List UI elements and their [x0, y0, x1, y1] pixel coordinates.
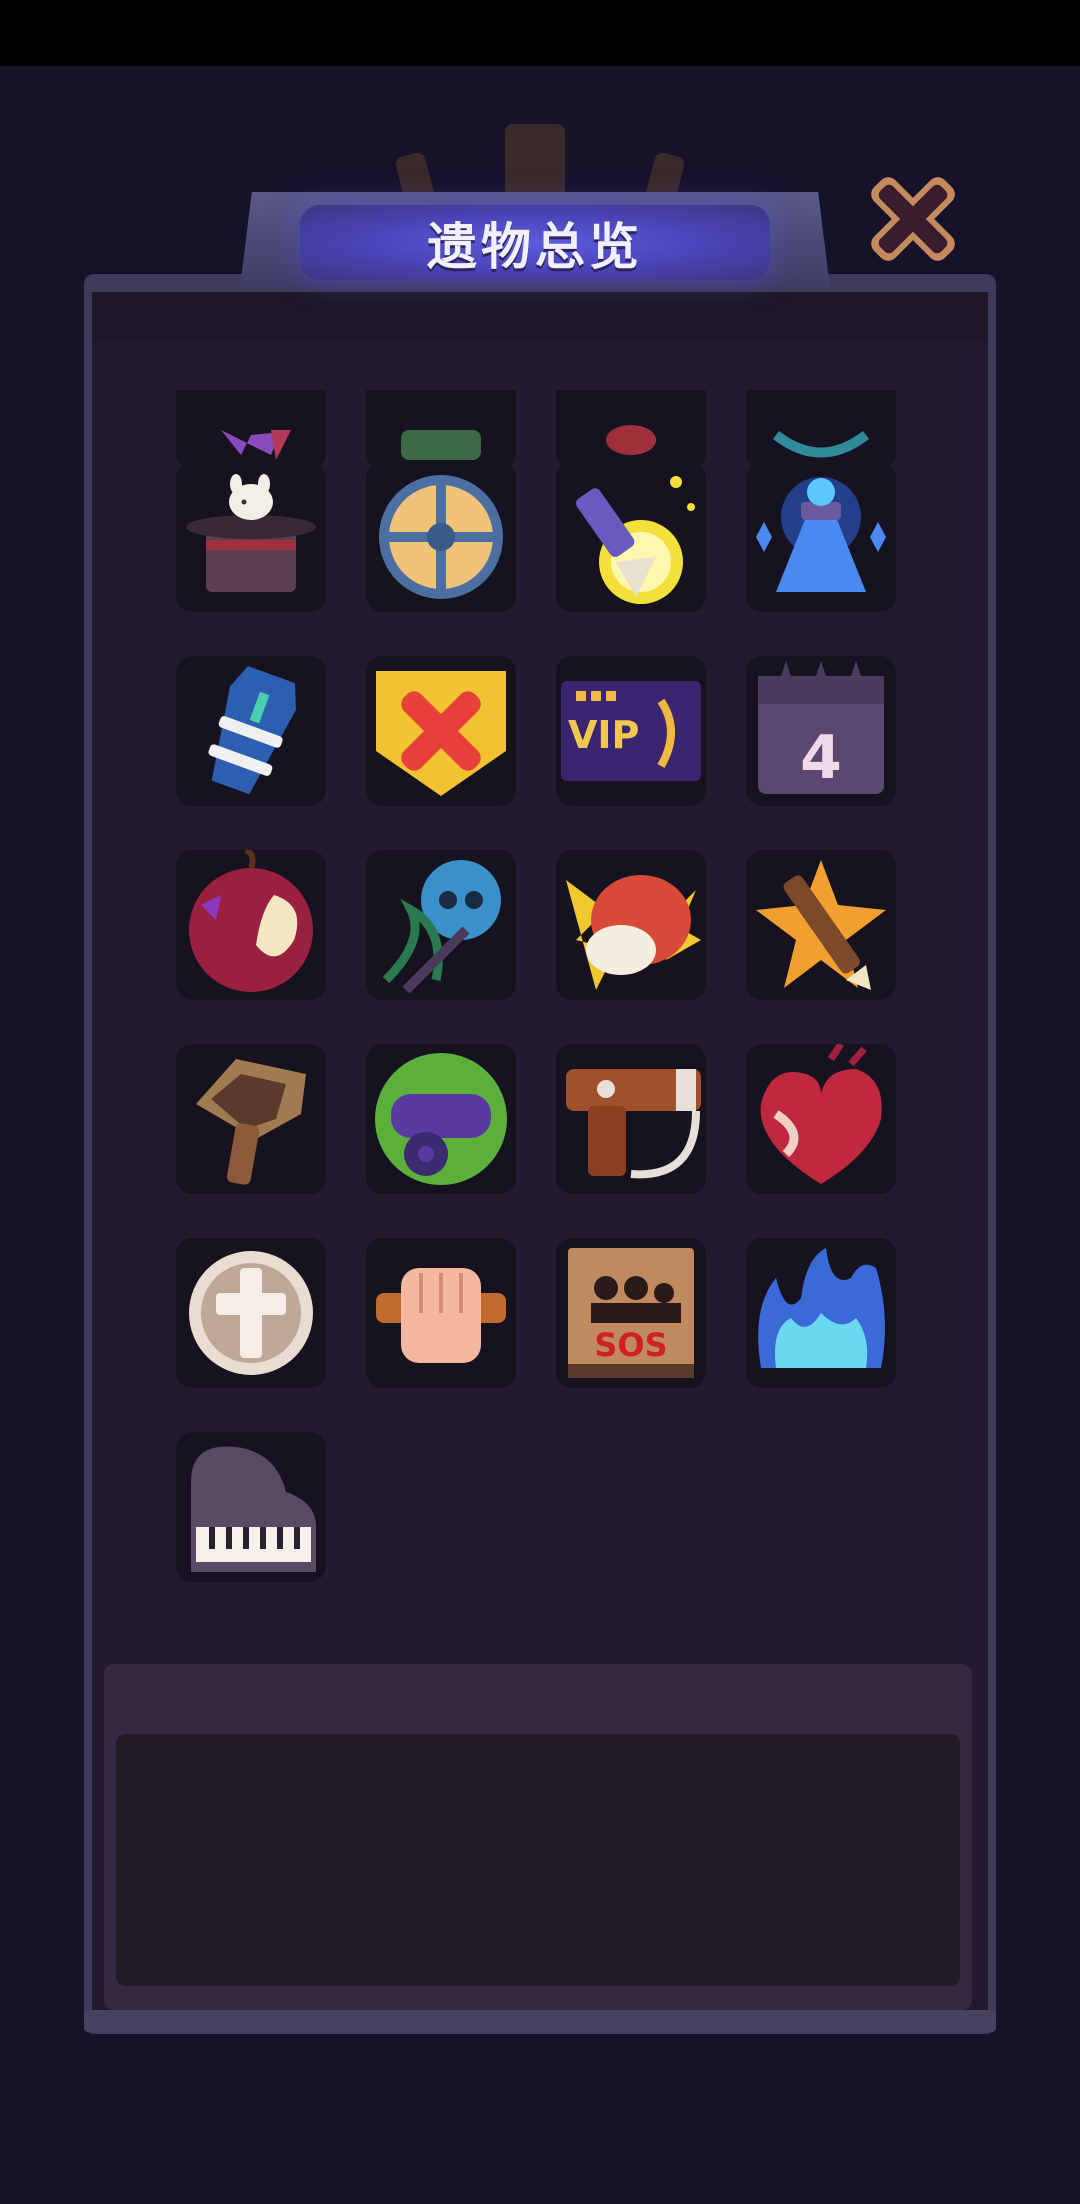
blue-potion-flask-icon	[756, 477, 886, 592]
status-bar	[0, 0, 1080, 66]
bitten-apple-icon	[189, 850, 313, 992]
relic-partial-4-icon	[772, 430, 870, 458]
relic-slot[interactable]	[746, 850, 896, 1000]
relic-partial-3-icon	[606, 425, 656, 455]
description-text-area	[116, 1734, 960, 1986]
crossbow-star-icon	[756, 860, 886, 990]
vip-card-icon: VIP	[561, 681, 701, 781]
panel-bottom-bar	[84, 2010, 996, 2032]
relic-slot[interactable]	[556, 462, 706, 612]
relic-slot[interactable]	[366, 850, 516, 1000]
relic-partial-1-icon	[221, 430, 291, 460]
relic-slot[interactable]: SOS	[556, 1238, 706, 1388]
relic-slot[interactable]	[556, 850, 706, 1000]
blue-coffin-icon	[208, 666, 296, 795]
relic-slot[interactable]	[176, 1432, 326, 1582]
vip-card-text: VIP	[568, 713, 639, 757]
relic-slot[interactable]	[176, 390, 326, 470]
blue-flame-icon	[758, 1248, 885, 1368]
holy-cross-coin-icon	[189, 1251, 313, 1375]
relic-slot[interactable]	[366, 656, 516, 806]
spiked-club-icon	[196, 1059, 306, 1185]
relic-slot[interactable]	[176, 1044, 326, 1194]
relic-slot[interactable]	[366, 1044, 516, 1194]
relic-slot[interactable]	[176, 656, 326, 806]
relic-slot[interactable]	[176, 462, 326, 612]
anatomical-heart-icon	[760, 1044, 882, 1184]
relic-grid: VIP 4 SOS	[92, 390, 988, 1640]
relic-slot[interactable]	[176, 1238, 326, 1388]
red-x-shield-badge-icon	[376, 671, 506, 796]
skull-calendar-icon: 4	[758, 661, 884, 794]
relic-slot[interactable]	[176, 850, 326, 1000]
round-shield-icon	[379, 475, 503, 599]
relic-slot[interactable]	[746, 462, 896, 612]
relic-slot[interactable]	[556, 1044, 706, 1194]
relic-slot[interactable]	[746, 1044, 896, 1194]
close-button[interactable]	[858, 164, 968, 274]
relic-slot[interactable]	[746, 390, 896, 470]
top-hat-rabbit-icon	[186, 474, 316, 592]
sos-matchbook-icon: SOS	[568, 1248, 694, 1378]
glowing-arrow-icon	[575, 476, 695, 604]
relic-slot[interactable]	[366, 462, 516, 612]
calendar-number: 4	[800, 723, 842, 793]
hair-dryer-icon	[566, 1069, 701, 1179]
relic-slot[interactable]	[746, 1238, 896, 1388]
raw-steak-icon	[566, 875, 701, 990]
fist-icon	[376, 1268, 506, 1363]
relic-slot[interactable]	[556, 390, 706, 470]
panel-top-strip	[92, 292, 988, 342]
relic-slot[interactable]	[366, 1238, 516, 1388]
sos-text: SOS	[594, 1326, 667, 1364]
page-title: 遗物总览	[427, 217, 643, 276]
relic-slot[interactable]	[366, 390, 516, 470]
green-cannon-icon	[375, 1053, 507, 1185]
grand-piano-icon	[191, 1446, 316, 1572]
relic-slot[interactable]: 4	[746, 656, 896, 806]
vine-skull-icon	[382, 860, 501, 994]
relic-partial-2-icon	[401, 430, 481, 460]
close-x-icon	[871, 177, 955, 261]
relic-slot[interactable]: VIP	[556, 656, 706, 806]
